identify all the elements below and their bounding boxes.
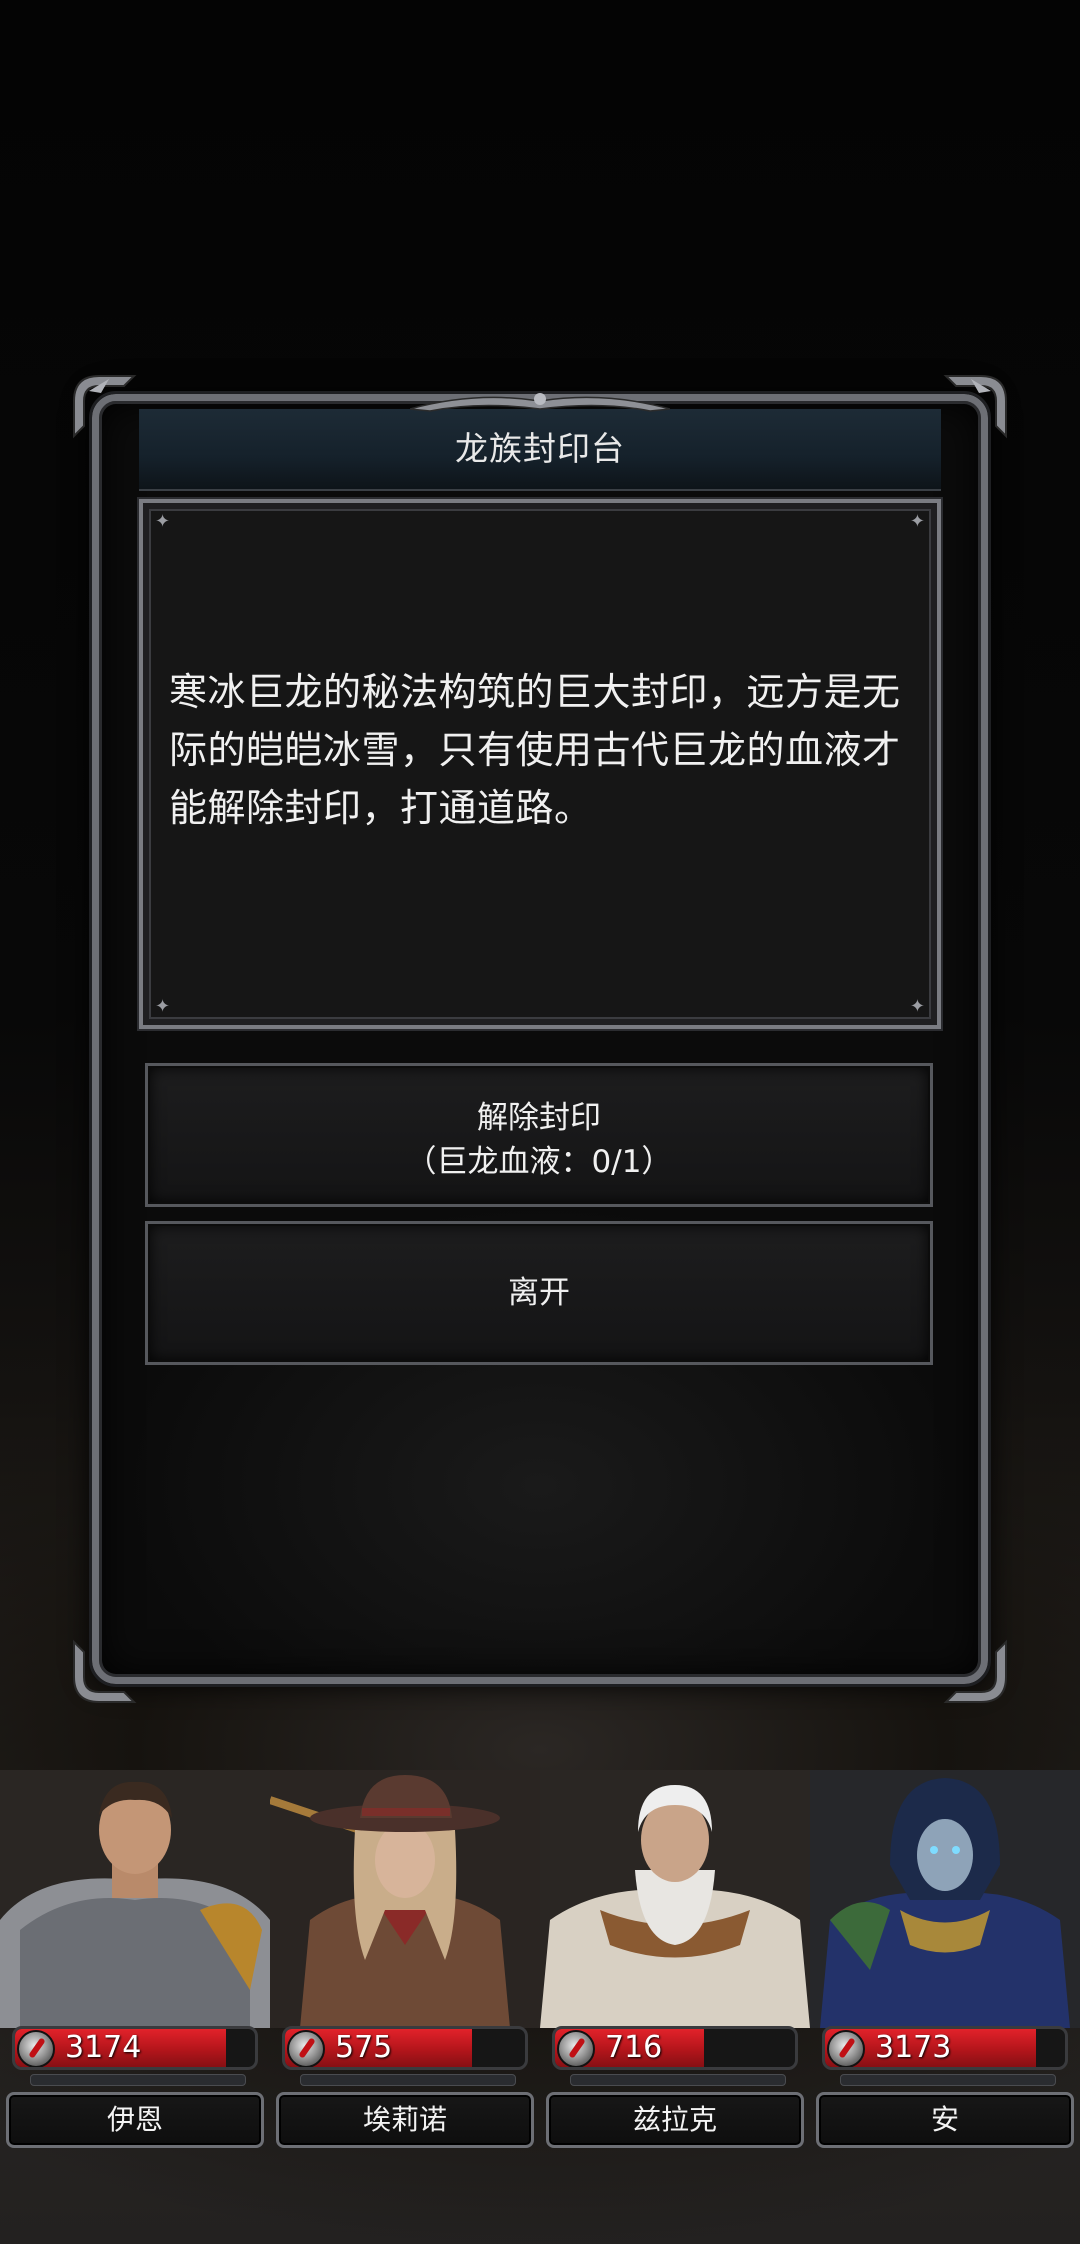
sparkle-icon: ✦ (155, 511, 171, 532)
hp-bar: 575 (282, 2026, 528, 2070)
hp-value: 716 (605, 2030, 663, 2065)
corner-ornament-icon (941, 1637, 1011, 1707)
hp-value: 575 (335, 2030, 393, 2065)
party-member-1[interactable]: 3174 伊恩 (0, 1770, 270, 2170)
dialog-title: 龙族封印台 (455, 429, 625, 468)
leave-button[interactable]: 离开 (145, 1221, 933, 1365)
secondary-bar (300, 2074, 516, 2086)
hero-name: 埃莉诺 (276, 2092, 534, 2148)
sparkle-icon: ✦ (155, 996, 171, 1017)
party-member-4[interactable]: 3173 安 (810, 1770, 1080, 2170)
hero-name: 伊恩 (6, 2092, 264, 2148)
event-dialog: 龙族封印台 ✦ ✦ ✦ ✦ 寒冰巨龙的秘法构筑的巨大封印，远方是无际的皑皑冰雪，… (73, 375, 1007, 1703)
secondary-bar (840, 2074, 1056, 2086)
white-bearded-mage-portrait (540, 1770, 810, 2028)
secondary-bar (30, 2074, 246, 2086)
hp-value: 3174 (65, 2030, 142, 2065)
unseal-button[interactable]: 解除封印 （巨龙血液：0/1） (145, 1063, 933, 1207)
hp-bar: 3174 (12, 2026, 258, 2070)
party-bar: 3174 伊恩 575 埃莉诺 716 兹拉克 3173 安 (0, 1770, 1080, 2170)
blood-drop-icon (827, 2030, 865, 2067)
unseal-label: 解除封印 (477, 1100, 601, 1136)
dragon-blood-requirement: （巨龙血液：0/1） (405, 1144, 673, 1180)
leave-label: 离开 (508, 1275, 570, 1311)
cowgirl-gunslinger-portrait (270, 1770, 540, 2028)
sparkle-icon: ✦ (909, 511, 925, 532)
blood-drop-icon (287, 2030, 325, 2067)
hooded-blue-sorceress-portrait (810, 1770, 1080, 2028)
dialog-title-bar: 龙族封印台 (139, 393, 941, 491)
game-screen: 龙族封印台 ✦ ✦ ✦ ✦ 寒冰巨龙的秘法构筑的巨大封印，远方是无际的皑皑冰雪，… (0, 0, 1080, 2244)
blood-drop-icon (557, 2030, 595, 2067)
corner-ornament-icon (69, 1637, 139, 1707)
corner-ornament-icon (941, 371, 1011, 441)
secondary-bar (570, 2074, 786, 2086)
party-member-3[interactable]: 716 兹拉克 (540, 1770, 810, 2170)
sparkle-icon: ✦ (909, 996, 925, 1017)
description-panel: ✦ ✦ ✦ ✦ 寒冰巨龙的秘法构筑的巨大封印，远方是无际的皑皑冰雪，只有使用古代… (137, 497, 943, 1031)
party-member-2[interactable]: 575 埃莉诺 (270, 1770, 540, 2170)
armored-warrior-portrait (0, 1770, 270, 2028)
blood-drop-icon (17, 2030, 55, 2067)
hero-name: 安 (816, 2092, 1074, 2148)
event-description: 寒冰巨龙的秘法构筑的巨大封印，远方是无际的皑皑冰雪，只有使用古代巨龙的血液才能解… (169, 670, 901, 830)
corner-ornament-icon (69, 371, 139, 441)
hp-bar: 716 (552, 2026, 798, 2070)
hp-bar: 3173 (822, 2026, 1068, 2070)
hero-name: 兹拉克 (546, 2092, 804, 2148)
hp-value: 3173 (875, 2030, 952, 2065)
